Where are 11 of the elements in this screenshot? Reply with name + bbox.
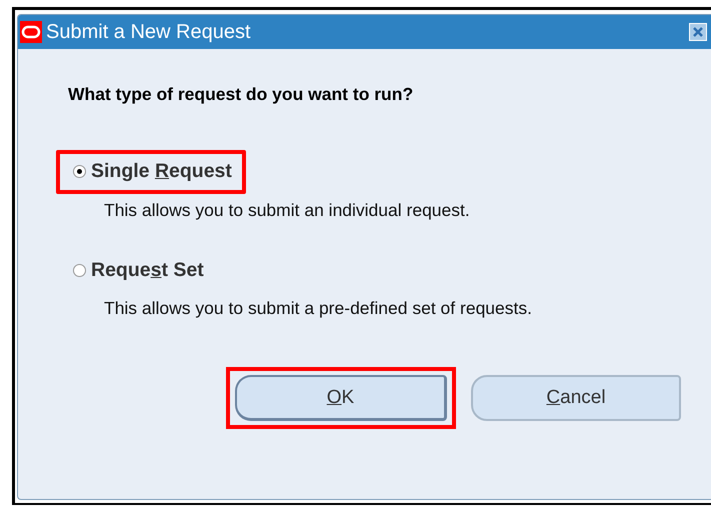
dialog-button[interactable]: OK bbox=[235, 375, 447, 422]
question-text: What type of request do you want to run? bbox=[68, 83, 414, 106]
dialog-button[interactable]: Cancel bbox=[471, 375, 681, 422]
app-logo-icon bbox=[20, 21, 42, 43]
option-description: This allows you to submit a pre-defined set of requests. bbox=[104, 297, 533, 320]
close-button[interactable] bbox=[689, 23, 707, 41]
option-description: This allows you to submit an individual request. bbox=[104, 198, 471, 222]
radio-option[interactable]: Single Request bbox=[73, 157, 232, 186]
window-title: Submit a New Request bbox=[46, 20, 251, 45]
radio-option[interactable]: Request Set bbox=[73, 256, 204, 285]
close-icon bbox=[692, 26, 704, 38]
